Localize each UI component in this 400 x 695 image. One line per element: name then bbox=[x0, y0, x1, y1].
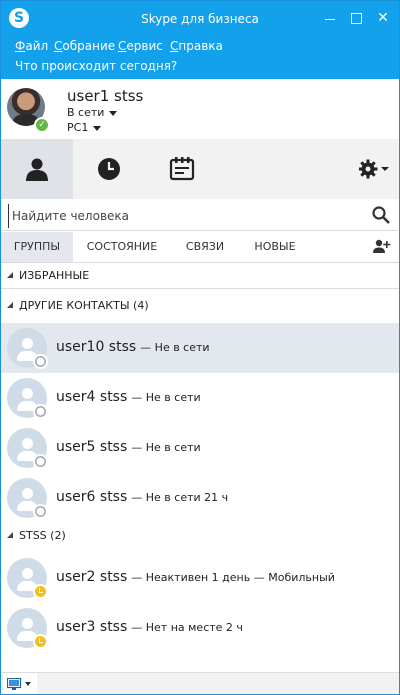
menu-tools[interactable]: Сервис bbox=[118, 39, 163, 53]
maximize-icon bbox=[351, 13, 362, 24]
maximize-button[interactable] bbox=[343, 7, 369, 29]
contact-row[interactable]: user5 stss — Не в сети bbox=[1, 423, 399, 473]
contact-status-note: — Нет на месте 2 ч bbox=[131, 621, 243, 634]
away-presence-icon bbox=[33, 584, 48, 599]
chevron-down-icon bbox=[93, 125, 102, 131]
menu-file[interactable]: Файл bbox=[15, 39, 48, 53]
offline-presence-icon bbox=[33, 354, 48, 369]
menu-bar: Файл Собрание Сервис Справка bbox=[1, 37, 399, 57]
contacts-icon bbox=[26, 158, 48, 181]
tab-contacts[interactable] bbox=[1, 139, 73, 199]
away-presence-icon bbox=[33, 634, 48, 649]
contact-row[interactable]: user6 stss — Не в сети 21 ч bbox=[1, 473, 399, 523]
person-head bbox=[22, 488, 33, 499]
person-head bbox=[22, 338, 33, 349]
collapse-triangle-icon bbox=[7, 302, 13, 308]
menu-meeting[interactable]: Собрание bbox=[54, 39, 115, 53]
chevron-down-icon bbox=[25, 682, 31, 686]
add-contact-icon[interactable] bbox=[373, 239, 391, 255]
person-head bbox=[22, 388, 33, 399]
tab-status[interactable]: СОСТОЯНИЕ bbox=[77, 232, 167, 262]
group-label: STSS (2) bbox=[19, 529, 66, 542]
meetings-icon bbox=[169, 157, 195, 181]
skype-window: S Skype для бизнеса ✕ Файл Собрание Серв… bbox=[0, 0, 400, 695]
offline-presence-icon bbox=[33, 454, 48, 469]
contact-status-note: — Не в сети 21 ч bbox=[131, 491, 229, 504]
contact-row[interactable]: user3 stss — Нет на месте 2 ч bbox=[1, 603, 399, 653]
contact-name: user2 stss — Неактивен 1 день — Мобильный bbox=[56, 569, 335, 585]
contact-name: user10 stss — Не в сети bbox=[56, 339, 210, 355]
chevron-down-icon bbox=[109, 110, 118, 116]
contact-row[interactable]: user2 stss — Неактивен 1 день — Мобильный bbox=[1, 553, 399, 603]
clock-icon bbox=[98, 158, 120, 180]
person-head bbox=[22, 618, 33, 629]
collapse-triangle-icon bbox=[7, 272, 13, 278]
contact-status-note: — Неактивен 1 день — Мобильный bbox=[131, 571, 335, 584]
main-tab-row bbox=[1, 139, 399, 199]
tab-relationships[interactable]: СВЯЗИ bbox=[177, 232, 233, 262]
contact-name: user4 stss — Не в сети bbox=[56, 389, 201, 405]
group-stss[interactable]: STSS (2) bbox=[1, 523, 399, 549]
contact-view-tabs: ГРУППЫ СОСТОЯНИЕ СВЯЗИ НОВЫЕ bbox=[1, 232, 399, 263]
person-head bbox=[22, 568, 33, 579]
tab-groups[interactable]: ГРУППЫ bbox=[1, 232, 73, 262]
options-menu-button[interactable] bbox=[345, 139, 399, 199]
search-icon[interactable] bbox=[372, 206, 390, 224]
whats-happening-text: Что происходит сегодня? bbox=[15, 59, 178, 73]
minimize-button[interactable] bbox=[317, 7, 343, 29]
group-label: ИЗБРАННЫЕ bbox=[19, 269, 90, 282]
whats-happening-field[interactable]: Что происходит сегодня? bbox=[1, 57, 399, 79]
title-bar[interactable]: S Skype для бизнеса ✕ bbox=[1, 1, 399, 37]
contact-row[interactable]: user4 stss — Не в сети bbox=[1, 373, 399, 423]
close-icon: ✕ bbox=[377, 10, 389, 26]
user-name: user1 stss bbox=[67, 87, 144, 105]
search-bar bbox=[2, 200, 398, 231]
offline-presence-icon bbox=[33, 404, 48, 419]
close-button[interactable]: ✕ bbox=[370, 7, 396, 29]
menu-help[interactable]: Справка bbox=[170, 39, 223, 53]
contact-status-note: — Не в сети bbox=[131, 441, 201, 454]
divider bbox=[1, 288, 399, 289]
contact-name: user5 stss — Не в сети bbox=[56, 439, 201, 455]
contact-row[interactable]: user10 stss — Не в сети bbox=[1, 323, 399, 373]
search-input[interactable] bbox=[8, 204, 364, 228]
contact-status-note: — Не в сети bbox=[140, 341, 210, 354]
contact-name: user6 stss — Не в сети 21 ч bbox=[56, 489, 229, 505]
monitor-device-icon bbox=[7, 678, 22, 690]
group-other-contacts[interactable]: ДРУГИЕ КОНТАКТЫ (4) bbox=[1, 293, 399, 319]
group-label: ДРУГИЕ КОНТАКТЫ (4) bbox=[19, 299, 149, 312]
gear-icon bbox=[359, 159, 389, 179]
offline-presence-icon bbox=[33, 504, 48, 519]
tab-meetings[interactable] bbox=[145, 139, 217, 199]
collapse-triangle-icon bbox=[7, 532, 13, 538]
presence-status-dropdown[interactable]: В сети bbox=[67, 106, 118, 119]
profile-panel: ✓ user1 stss В сети PC1 bbox=[1, 79, 399, 139]
person-head bbox=[22, 438, 33, 449]
minimize-icon bbox=[325, 19, 335, 20]
group-favorites[interactable]: ИЗБРАННЫЕ bbox=[1, 263, 399, 289]
tab-conversations[interactable] bbox=[73, 139, 145, 199]
available-presence-icon: ✓ bbox=[34, 117, 50, 133]
tab-new[interactable]: НОВЫЕ bbox=[245, 232, 305, 262]
contact-name: user3 stss — Нет на месте 2 ч bbox=[56, 619, 243, 635]
bottom-bar bbox=[1, 672, 399, 694]
location-dropdown[interactable]: PC1 bbox=[67, 121, 102, 134]
contact-status-note: — Не в сети bbox=[131, 391, 201, 404]
audio-device-button[interactable] bbox=[3, 673, 37, 694]
